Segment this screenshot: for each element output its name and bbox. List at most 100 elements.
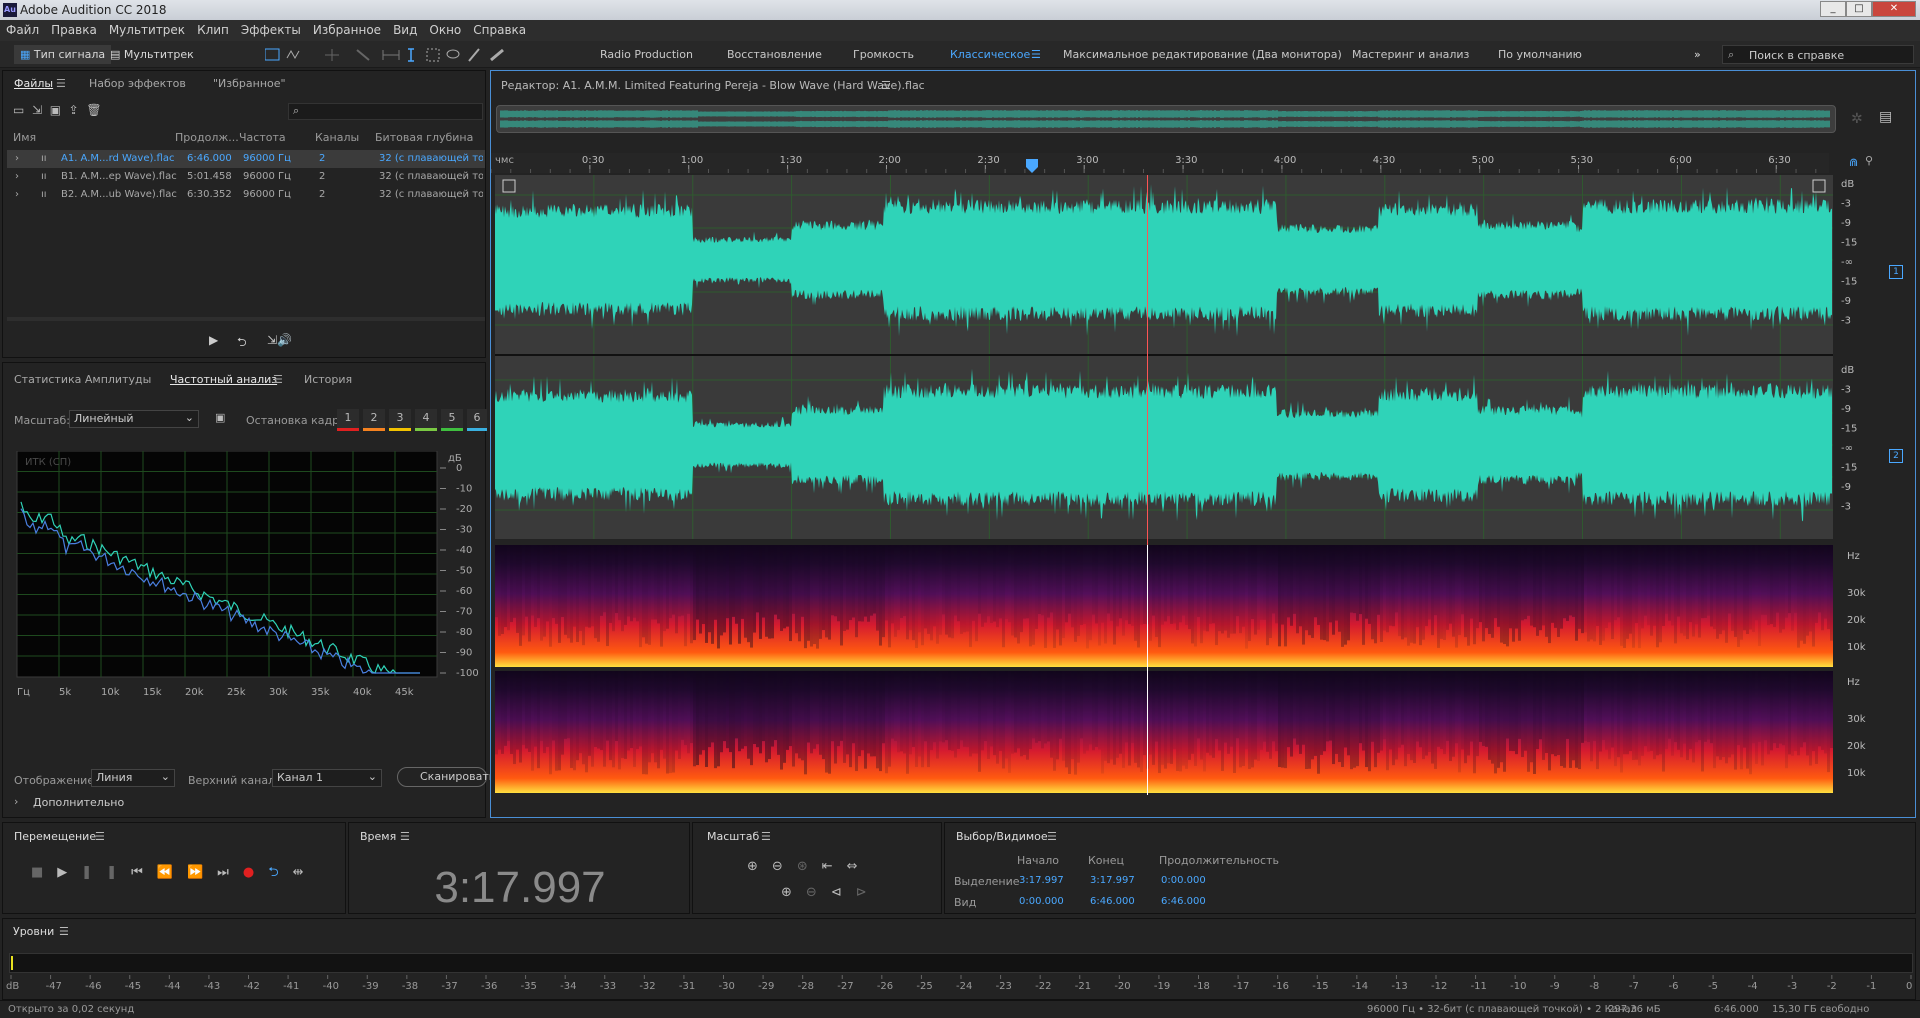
freeze-button-6[interactable]: 6 xyxy=(467,409,487,431)
time-ruler[interactable]: 0:30 1:00 1:30 2:00 2:30 3:00 3:30 4:00 4:30 5:00… xyxy=(491,153,1829,173)
loop-preview-icon[interactable]: ⮌ xyxy=(237,333,247,354)
time-menu-icon[interactable]: ☰ xyxy=(400,830,410,843)
col-rate[interactable]: Частота xyxy=(239,131,286,144)
menu-multitrack[interactable]: Мультитрек xyxy=(103,20,191,40)
zoom-left-icon[interactable]: ⊲ xyxy=(831,885,856,900)
tab-effects-rack[interactable]: Набор эффектов xyxy=(89,77,186,90)
help-search-field[interactable]: ⌕ Поиск в справке xyxy=(1722,45,1914,64)
files-search-input[interactable]: ⌕ xyxy=(288,103,483,120)
freeze-button-2[interactable]: 2 xyxy=(363,409,385,431)
analysis-menu-icon[interactable]: ☰ xyxy=(273,373,283,386)
selection-duration[interactable]: 0:00.000 xyxy=(1161,875,1206,886)
col-depth[interactable]: Битовая глубина xyxy=(375,131,473,144)
zoom-out-full-icon[interactable]: ⇤ xyxy=(822,859,847,874)
editor-menu-icon[interactable]: ☰ xyxy=(881,79,891,92)
freeze-button-3[interactable]: 3 xyxy=(389,409,411,431)
zoom-right-icon[interactable]: ⊳ xyxy=(856,885,881,900)
insert-icon[interactable]: ⇪ xyxy=(69,103,79,117)
zoom-in-amplitude-icon[interactable]: ⊕ xyxy=(747,859,772,874)
menu-favorites[interactable]: Избранное xyxy=(307,20,387,40)
fast-forward-icon[interactable]: ⏩ xyxy=(187,865,217,880)
play-icon[interactable]: ▶ xyxy=(57,865,81,880)
workspace-max-editing[interactable]: Максимальное редактирование (Два монитор… xyxy=(1063,48,1342,61)
workspace-restoration[interactable]: Восстановление xyxy=(727,48,822,61)
new-file-icon[interactable]: ▣ xyxy=(50,103,61,117)
tab-files[interactable]: Файлы xyxy=(14,77,53,90)
overview-menu-icon[interactable]: ▤ xyxy=(1879,109,1892,125)
selection-menu-icon[interactable]: ☰ xyxy=(1047,830,1057,843)
autoplay-icon[interactable]: ⇲🔊 xyxy=(267,333,292,347)
record-icon[interactable]: ● xyxy=(243,865,268,880)
col-channels[interactable]: Каналы xyxy=(315,131,359,144)
open-file-icon[interactable]: ▭ xyxy=(13,103,24,117)
selection-start[interactable]: 3:17.997 xyxy=(1019,875,1064,886)
tab-frequency-analysis[interactable]: Частотный анализ xyxy=(170,373,277,386)
workspace-loudness[interactable]: Громкость xyxy=(853,48,914,61)
workspace-menu-icon[interactable]: ☰ xyxy=(1031,48,1041,61)
freeze-button-1[interactable]: 1 xyxy=(337,409,359,431)
zoom-menu-icon[interactable]: ☰ xyxy=(761,830,771,843)
tab-favorites[interactable]: "Избранное" xyxy=(213,77,286,90)
channel-1-toggle[interactable]: 1 xyxy=(1889,265,1903,279)
menu-clip[interactable]: Клип xyxy=(191,20,235,40)
view-end[interactable]: 6:46.000 xyxy=(1090,896,1135,907)
waveform-view-button[interactable]: ▦ Тип сигнала xyxy=(14,45,112,64)
view-start[interactable]: 0:00.000 xyxy=(1019,896,1064,907)
playhead-marker-icon[interactable] xyxy=(1026,159,1038,173)
freeze-icon[interactable]: ▣ xyxy=(215,411,225,424)
channel-2-toggle[interactable]: 2 xyxy=(1889,449,1903,463)
advanced-toggle[interactable]: Дополнительно xyxy=(33,796,124,809)
file-row[interactable]: › ıı B2. A.M...ub Wave).flac 6:30.352 960… xyxy=(7,186,485,204)
workspace-mastering[interactable]: Мастеринг и анализ xyxy=(1352,48,1469,61)
zoom-out-time-icon[interactable]: ⊖ xyxy=(806,885,831,900)
close-button[interactable]: ✕ xyxy=(1872,1,1916,17)
workspace-default[interactable]: По умолчанию xyxy=(1498,48,1582,61)
snap-icon[interactable]: ⋒ xyxy=(1849,156,1858,169)
file-row[interactable]: › ıı B1. A.M...ep Wave).flac 5:01.458 960… xyxy=(7,168,485,186)
multitrack-view-button[interactable]: ▤ Мультитрек xyxy=(104,45,200,64)
zoom-in-time-icon[interactable]: ⊕ xyxy=(781,885,806,900)
more-workspaces-icon[interactable]: » xyxy=(1694,48,1701,61)
menu-effects[interactable]: Эффекты xyxy=(235,20,307,40)
menu-help[interactable]: Справка xyxy=(467,20,532,40)
pause-icon[interactable]: ❚❚ xyxy=(81,865,131,880)
skip-selection-icon[interactable]: ⇹ xyxy=(293,865,318,880)
zoom-in-point-icon[interactable]: ⊛ xyxy=(797,859,822,874)
workspace-classic[interactable]: Классическое xyxy=(950,48,1030,61)
tab-history[interactable]: История xyxy=(304,373,352,386)
zoom-star-icon[interactable]: ✲ xyxy=(1851,111,1863,127)
transport-menu-icon[interactable]: ☰ xyxy=(95,830,105,843)
file-row[interactable]: › ıı A1. A.M...rd Wave).flac 6:46.000 960… xyxy=(7,150,485,168)
menu-window[interactable]: Окно xyxy=(423,20,467,40)
freeze-button-4[interactable]: 4 xyxy=(415,409,437,431)
overview-navigator[interactable] xyxy=(496,105,1836,133)
files-menu-icon[interactable]: ☰ xyxy=(56,77,66,90)
menu-file[interactable]: Файл xyxy=(0,20,45,40)
skip-forward-icon[interactable]: ⏭ xyxy=(217,865,243,880)
maximize-button[interactable]: □ xyxy=(1846,1,1872,17)
import-icon[interactable]: ⇲ xyxy=(32,103,42,117)
scan-button[interactable]: Сканировать xyxy=(397,767,495,787)
rewind-icon[interactable]: ⏪ xyxy=(157,865,187,880)
menu-edit[interactable]: Правка xyxy=(45,20,103,40)
view-duration[interactable]: 6:46.000 xyxy=(1161,896,1206,907)
waveform-editor[interactable]: dB -3 -9 -15 -∞ -15 -9 -3 dB -3 -9 -15 -∞ -15 -9 -3 Hz 3… xyxy=(495,175,1919,815)
col-duration[interactable]: Продолж... xyxy=(175,131,239,144)
pin-icon[interactable]: ⚲ xyxy=(1865,154,1873,167)
stop-icon[interactable]: ■ xyxy=(31,865,57,880)
skip-back-icon[interactable]: ⏮ xyxy=(131,865,157,880)
menu-view[interactable]: Вид xyxy=(387,20,423,40)
play-preview-icon[interactable]: ▶ xyxy=(209,333,218,347)
zoom-out-amplitude-icon[interactable]: ⊖ xyxy=(772,859,797,874)
freeze-button-5[interactable]: 5 xyxy=(441,409,463,431)
workspace-radio-production[interactable]: Radio Production xyxy=(600,48,693,61)
display-select[interactable]: Линия ⌄ xyxy=(91,769,175,787)
delete-icon[interactable]: 🗑 xyxy=(86,103,101,117)
selection-end[interactable]: 3:17.997 xyxy=(1090,875,1135,886)
files-scrollbar[interactable] xyxy=(7,317,485,321)
loop-icon[interactable]: ⮌ xyxy=(268,865,292,880)
col-name[interactable]: Имя xyxy=(13,131,36,144)
levels-menu-icon[interactable]: ☰ xyxy=(59,925,69,938)
scale-select[interactable]: Линейный ⌄ xyxy=(69,410,199,428)
zoom-selection-icon[interactable]: ⇔ xyxy=(847,859,872,874)
